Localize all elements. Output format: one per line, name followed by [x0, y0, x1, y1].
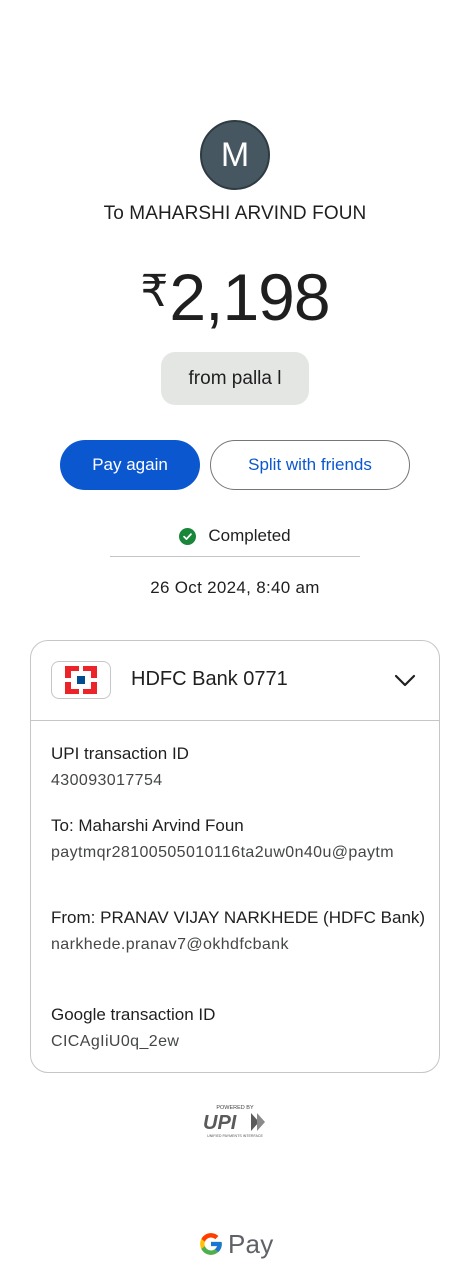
hdfc-logo-icon — [51, 661, 111, 699]
payment-status: Completed — [0, 524, 470, 548]
payee-avatar: M — [200, 120, 270, 190]
recipient-name: To MAHARSHI ARVIND FOUN — [103, 203, 367, 224]
detail-value: narkhede.pranav7@okhdfcbank — [51, 936, 289, 953]
upi-transaction-id-section: UPI transaction ID 430093017754 — [51, 741, 426, 792]
upi-mark-text: UPI — [203, 1112, 237, 1134]
amount-value: 2,198 — [169, 260, 330, 334]
upi-sub-text: UNIFIED PAYMENTS INTERFACE — [207, 1134, 263, 1138]
status-text: Completed — [208, 526, 291, 545]
google-transaction-id-section: Google transaction ID CICAgIiU0q_2ew — [51, 1002, 426, 1053]
upi-logo-icon: POWERED BY UPI UNIFIED PAYMENTS INTERFAC… — [203, 1105, 265, 1138]
detail-label: Google transaction ID — [51, 1005, 216, 1024]
payment-amount: ₹2,198 — [0, 252, 470, 337]
pay-again-button[interactable]: Pay again — [60, 440, 200, 490]
detail-label: From: PRANAV VIJAY NARKHEDE (HDFC Bank) — [51, 908, 426, 927]
payment-note: from palla l — [161, 352, 309, 405]
status-divider — [110, 556, 360, 557]
bank-account-name: HDFC Bank 0771 — [131, 668, 288, 690]
google-g-icon — [200, 1233, 222, 1255]
detail-value: 430093017754 — [51, 772, 163, 789]
bank-account-header[interactable]: HDFC Bank 0771 — [31, 641, 439, 721]
detail-value: paytmqr28100505010116ta2uw0n40u@paytm — [51, 844, 394, 861]
upi-powered-text: POWERED BY — [216, 1105, 254, 1111]
transaction-details-card: HDFC Bank 0771 UPI transaction ID 430093… — [30, 640, 440, 1073]
chevron-down-icon[interactable] — [391, 668, 419, 694]
currency-symbol: ₹ — [140, 267, 168, 316]
detail-label: To: Maharshi Arvind Foun — [51, 816, 244, 835]
split-with-friends-button[interactable]: Split with friends — [210, 440, 410, 490]
payee-upi-section: To: Maharshi Arvind Foun paytmqr28100505… — [51, 813, 426, 864]
avatar-letter: M — [220, 135, 250, 174]
gpay-text: Pay — [228, 1228, 274, 1259]
payment-note-text: from palla l — [188, 367, 282, 389]
transaction-datetime: 26 Oct 2024, 8:40 am — [150, 578, 320, 597]
google-pay-logo: Pay — [198, 1226, 273, 1262]
detail-label: UPI transaction ID — [51, 744, 189, 763]
detail-value: CICAgIiU0q_2ew — [51, 1033, 180, 1050]
check-circle-icon — [179, 527, 197, 545]
payer-upi-section: From: PRANAV VIJAY NARKHEDE (HDFC Bank) … — [51, 905, 426, 956]
